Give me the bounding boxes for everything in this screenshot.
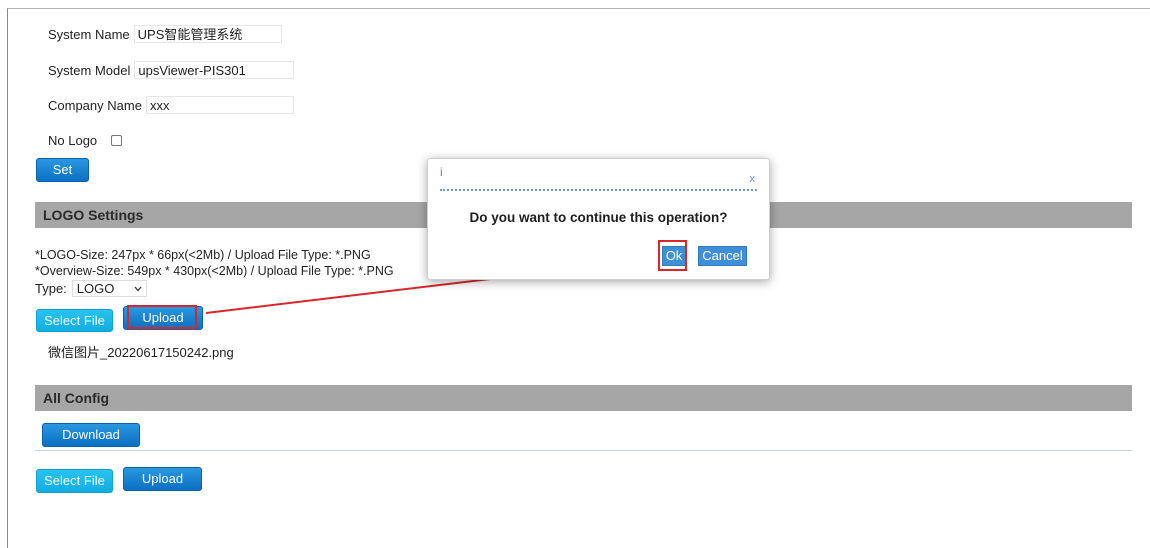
cancel-button[interactable]: Cancel [698, 246, 747, 266]
ok-button[interactable]: Ok [662, 246, 686, 266]
dialog-separator [440, 189, 757, 191]
confirm-dialog: i x Do you want to continue this operati… [427, 158, 770, 280]
close-icon[interactable]: x [750, 173, 756, 185]
dialog-info-icon: i [440, 165, 443, 179]
dialog-message: Do you want to continue this operation? [469, 210, 728, 225]
